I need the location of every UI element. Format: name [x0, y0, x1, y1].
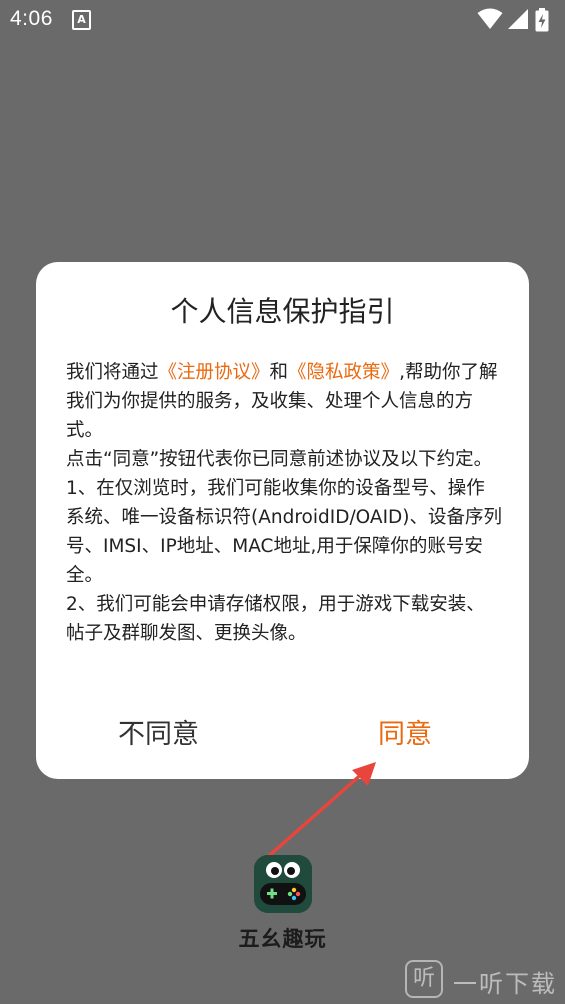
- watermark: 听 一听下载: [405, 958, 565, 1000]
- watermark-text: 一听下载: [453, 970, 557, 998]
- intro-paragraph: 我们将通过《注册协议》和《隐私政策》,帮助你了解我们为你提供的服务，及收集、处理…: [66, 358, 502, 445]
- dialog-body-scroll[interactable]: 我们将通过《注册协议》和《隐私政策》,帮助你了解我们为你提供的服务，及收集、处理…: [66, 358, 502, 660]
- status-bar: 4:06 A: [0, 0, 565, 42]
- browsing-data-paragraph: 1、在仅浏览时，我们可能收集你的设备型号、操作系统、唯一设备标识符(Androi…: [66, 478, 502, 586]
- intro-and: 和: [269, 362, 289, 383]
- app-name: 五幺趣玩: [238, 927, 327, 951]
- dialog-title: 个人信息保护指引: [170, 295, 395, 328]
- status-time: 4:06: [10, 7, 53, 30]
- cell-signal-icon: [508, 9, 528, 29]
- battery-charging-icon: [535, 8, 549, 32]
- register-agreement-link[interactable]: 《注册协议》: [159, 362, 270, 383]
- privacy-dialog: 个人信息保护指引 我们将通过《注册协议》和《隐私政策》,帮助你了解我们为你提供的…: [36, 262, 529, 779]
- game-controller-face-icon: [254, 855, 312, 913]
- privacy-policy-link[interactable]: 《隐私政策》: [288, 362, 399, 383]
- intro-prefix: 我们将通过: [66, 362, 159, 383]
- notification-a-icon: A: [72, 10, 91, 30]
- wifi-icon: [477, 8, 503, 29]
- disagree-button[interactable]: 不同意: [118, 712, 199, 751]
- agree-button[interactable]: 同意: [378, 712, 432, 751]
- status-icons: [477, 8, 557, 32]
- app-logo-icon: [254, 855, 312, 913]
- storage-permission-paragraph: 2、我们可能会申请存储权限，用于游戏下载安装、帖子及群聊发图、更换头像。: [66, 594, 485, 644]
- consent-paragraph: 点击“同意”按钮代表你已同意前述协议及以下约定。: [66, 449, 493, 470]
- dialog-actions: 不同意 同意: [36, 712, 529, 760]
- watermark-logo: 听: [405, 960, 443, 998]
